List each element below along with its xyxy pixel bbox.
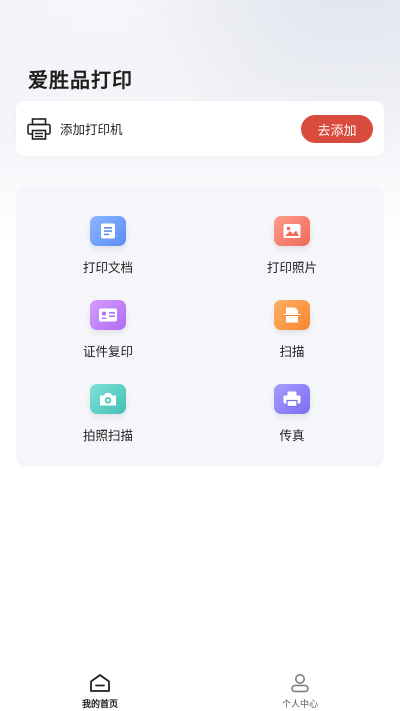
id-copy-button[interactable]: 证件复印 [48, 300, 168, 360]
add-printer-card[interactable]: 添加打印机 去添加 [16, 101, 384, 156]
user-icon [291, 674, 309, 693]
home-icon [90, 674, 110, 692]
scan-label: 扫描 [279, 344, 305, 359]
fax-label: 传真 [279, 428, 305, 443]
tab-profile-label: 个人中心 [281, 700, 318, 710]
print-document-button[interactable]: 打印文档 [48, 216, 168, 276]
header-background [0, 0, 400, 200]
fax-button[interactable]: 传真 [232, 384, 352, 444]
print-photo-button[interactable]: 打印照片 [232, 216, 352, 276]
print-photo-label: 打印照片 [266, 260, 317, 275]
fax-icon [274, 384, 310, 414]
add-printer-button[interactable]: 去添加 [301, 115, 373, 143]
tab-home[interactable]: 我的首页 [0, 661, 200, 711]
id-card-icon [90, 300, 126, 330]
photo-scan-label: 拍照扫描 [82, 428, 133, 443]
scan-icon [274, 300, 310, 330]
photo-scan-button[interactable]: 拍照扫描 [48, 384, 168, 444]
function-panel: 打印文档 打印照片 证件复印 扫描 拍照扫描 传真 [16, 186, 384, 466]
photo-icon [274, 216, 310, 246]
print-document-label: 打印文档 [82, 260, 133, 275]
add-printer-label: 添加打印机 [60, 122, 123, 137]
tab-home-label: 我的首页 [81, 700, 118, 710]
bottom-tab-bar: 我的首页 个人中心 [0, 661, 400, 711]
printer-icon [27, 117, 51, 140]
tab-profile[interactable]: 个人中心 [200, 661, 400, 711]
page-title: 爱胜品打印 [28, 68, 133, 92]
camera-icon [90, 384, 126, 414]
document-icon [90, 216, 126, 246]
id-copy-label: 证件复印 [82, 344, 133, 359]
scan-button[interactable]: 扫描 [232, 300, 352, 360]
